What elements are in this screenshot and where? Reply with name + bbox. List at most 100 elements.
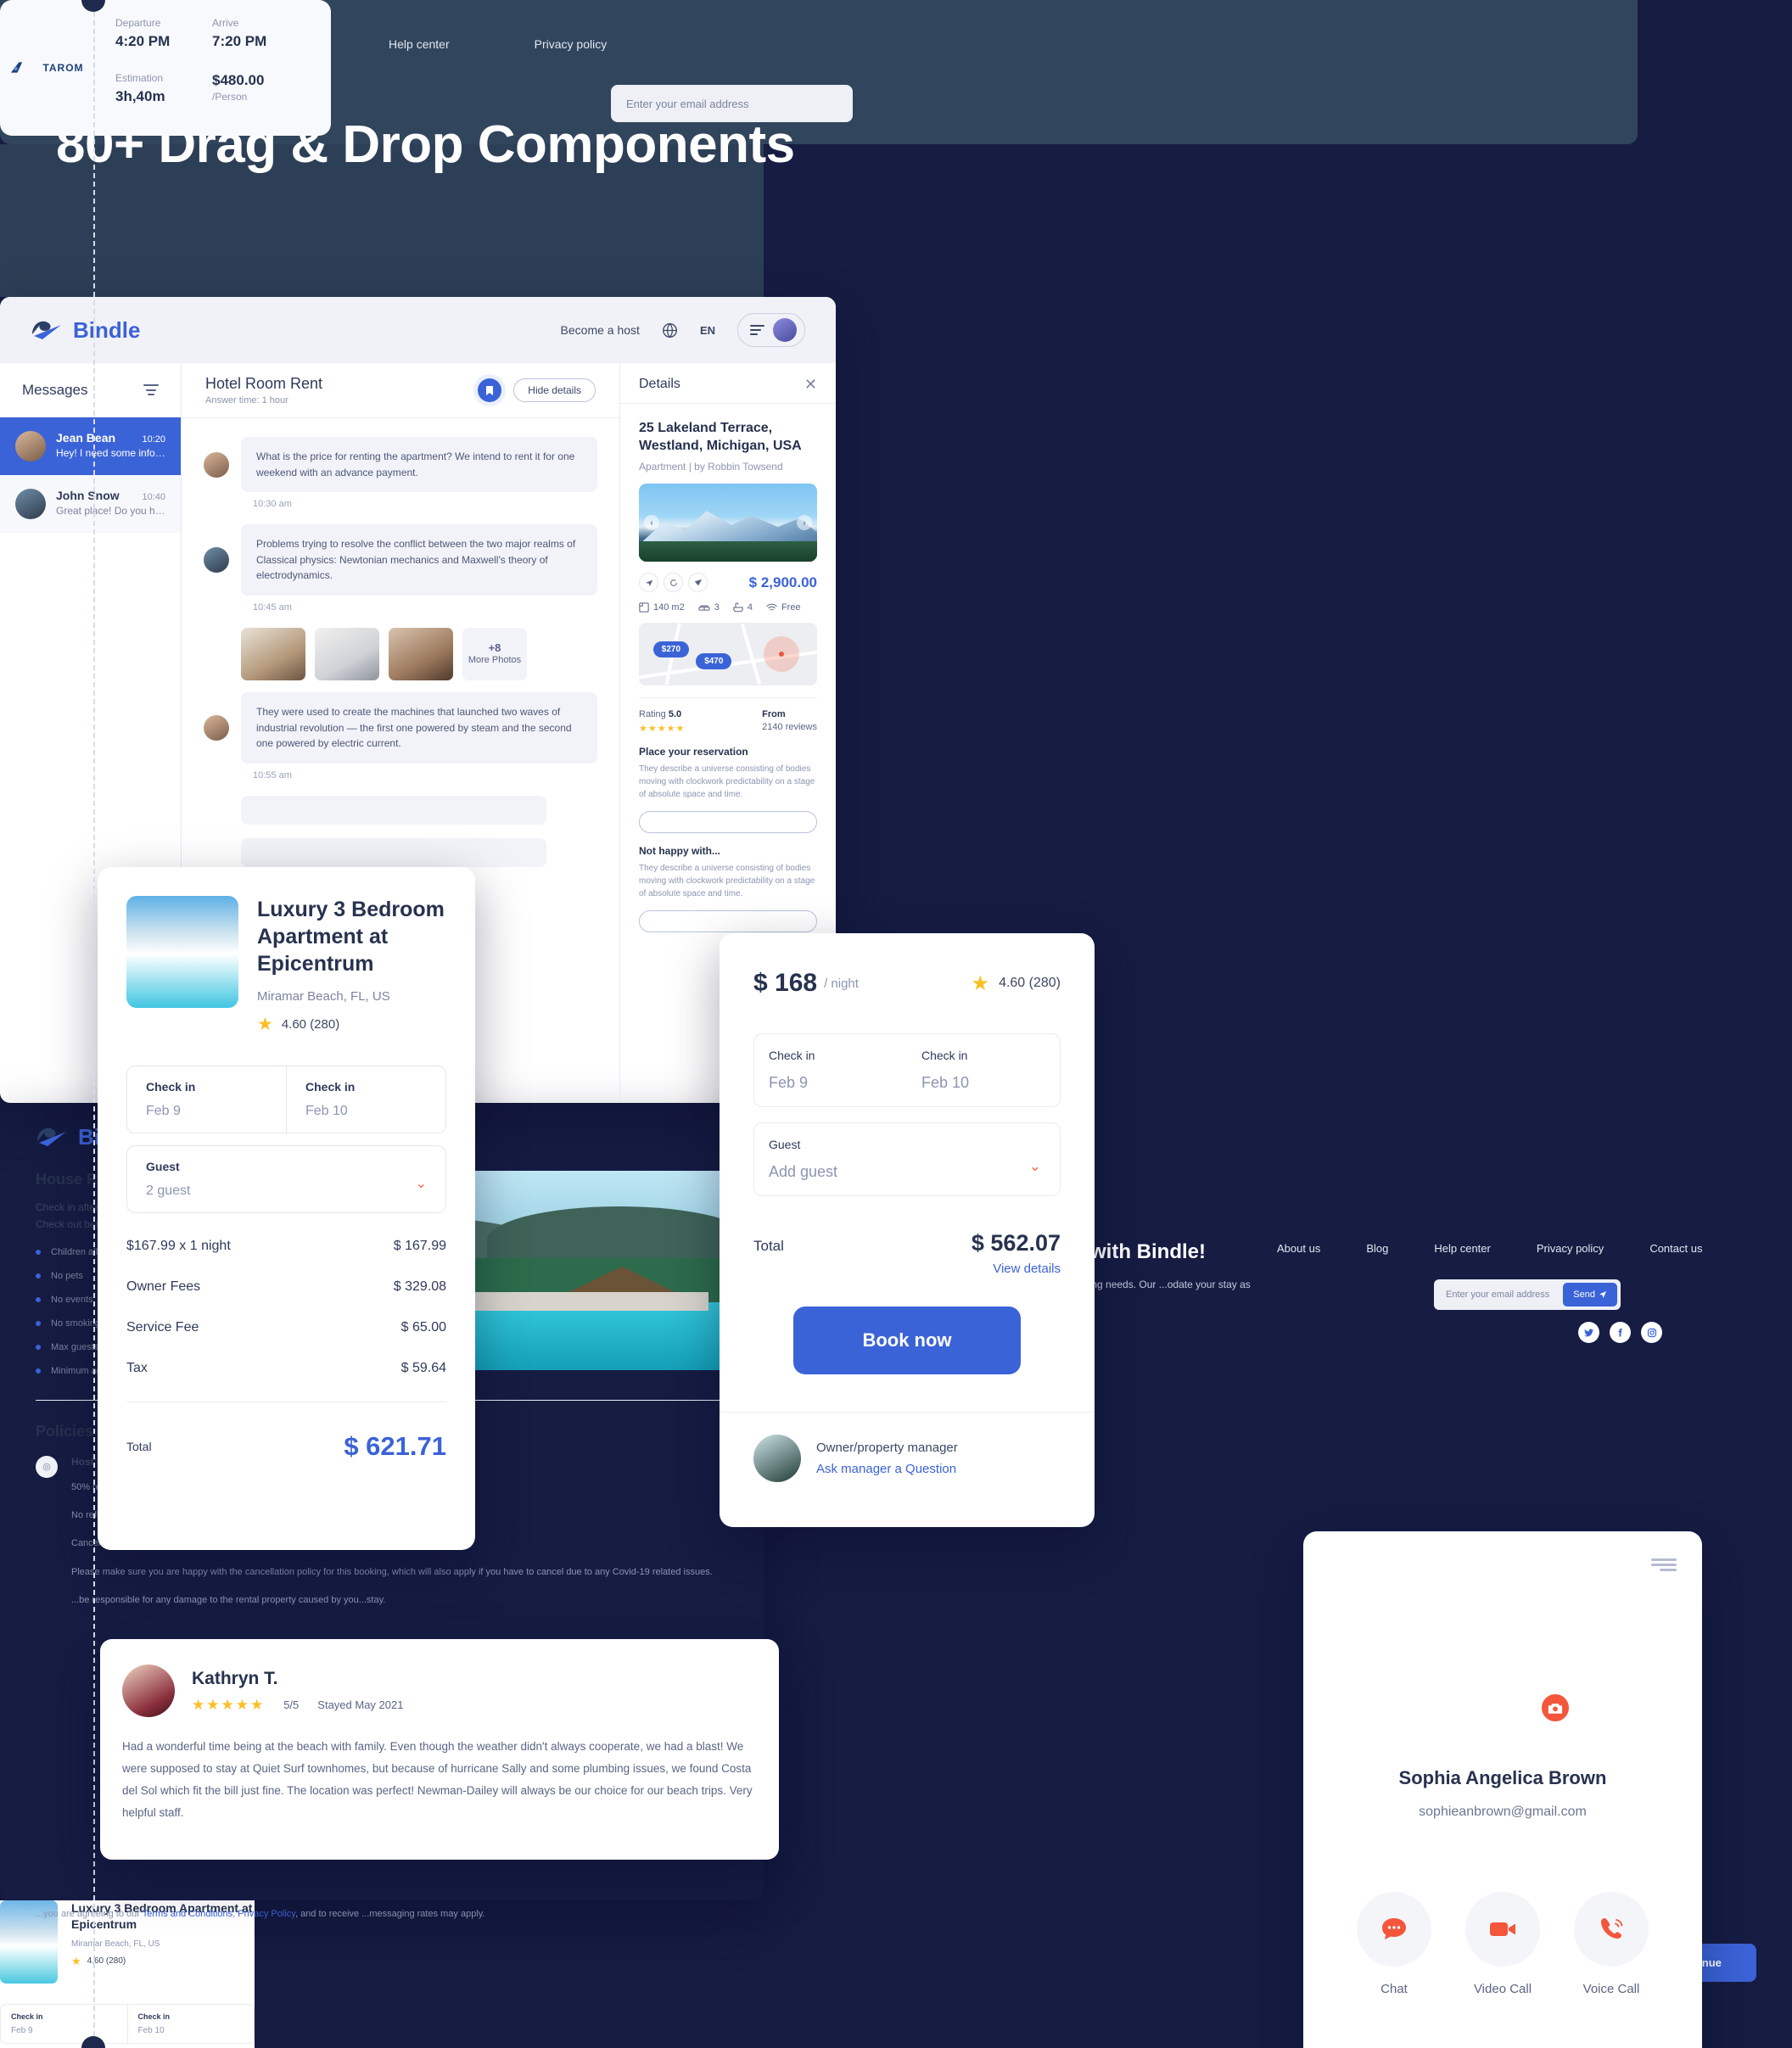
photo-thumbnail[interactable] [389,627,453,680]
conversation-name: Jean Bean [56,431,116,445]
newsletter-input-secondary[interactable]: Enter your email address Send [1434,1279,1621,1310]
photo-thumbnail[interactable] [241,627,305,680]
message-row: What is the price for renting the apartm… [204,437,597,493]
footer2-link[interactable]: Help center [1434,1242,1490,1255]
booking-rating: 4.60 (280) [281,1017,340,1032]
footer2-link[interactable]: About us [1277,1242,1320,1255]
message-row: Problems trying to resolve the conflict … [204,524,597,596]
ticket-arrive-label: Arrive [212,17,239,29]
property-map[interactable]: $270 $470 [639,623,817,686]
chat-action[interactable]: Chat [1353,1892,1435,1996]
chevron-down-icon[interactable]: ⌄ [416,1175,427,1192]
send-label: Send [1573,1290,1595,1300]
area-icon [639,602,649,613]
price-line: Service Fee $ 65.00 [126,1320,446,1335]
video-call-label: Video Call [1473,1982,1532,1996]
avatar [204,714,229,741]
property-specs: 140 m2 3 4 Free [639,602,817,613]
video-icon [1465,1892,1540,1967]
menu-icon[interactable] [1651,1558,1677,1571]
bath-icon [733,602,743,613]
globe-icon[interactable] [662,322,678,339]
profile-card: Sophia Angelica Brown sophieanbrown@gmai… [1303,1531,1702,2048]
hide-details-button[interactable]: Hide details [513,378,596,402]
messages-panel-header: Messages [0,363,181,417]
chevron-down-icon[interactable]: ⌄ [1029,1158,1041,1175]
newsletter-input[interactable]: Enter your email address [611,85,853,122]
booking-checkin-label: Check in [146,1080,196,1094]
social-links [1578,1322,1662,1343]
view-details-link[interactable]: View details [753,1262,1061,1276]
nothappy-section-text: They describe a universe consisting of b… [639,864,815,899]
star-icon: ★ [257,1015,273,1034]
video-call-action[interactable]: Video Call [1462,1892,1543,1996]
modal-guest-field[interactable]: Guest Add guest ⌄ [753,1122,1061,1196]
search-again-button[interactable] [639,910,817,933]
carousel-next-icon[interactable]: › [797,515,812,531]
chat-label: Chat [1380,1982,1408,1996]
thread-header: Hotel Room Rent Answer time: 1 hour Hide… [182,363,619,418]
avatar [773,318,797,342]
photo-thumbnail[interactable] [315,627,379,680]
voice-call-action[interactable]: Voice Call [1571,1892,1652,1996]
footer-link[interactable]: Help center [389,37,450,51]
filter-icon[interactable] [143,384,159,395]
more-photos-button[interactable]: +8 More Photos [462,627,527,680]
ticket-departure-value: 4:20 PM [115,33,171,49]
booking-property-location: Miramar Beach, FL, US [257,989,390,1004]
conversation-item[interactable]: Jean Bean 10:20 Hey! I need some info ab… [0,417,181,475]
modal-owner-role: Owner/property manager [816,1441,958,1455]
brand-logo[interactable]: Bindle [31,317,140,344]
camera-icon[interactable] [1538,1691,1572,1725]
booking-total-label: Total [126,1440,152,1453]
modal-total-value: $ 562.07 [971,1230,1061,1256]
send-button[interactable]: Send [1563,1283,1617,1307]
booking-guest-field[interactable]: Guest 2 guest ⌄ [126,1145,446,1213]
avatar [204,451,229,478]
ticket-estimation-label: Estimation [115,72,164,84]
messenger-header: Bindle Become a host EN [0,297,836,363]
modal-checkin-field[interactable]: Check in Feb 9 [754,1034,907,1106]
bookmark-icon[interactable] [478,378,502,402]
rail-checkin-field[interactable]: Check in Feb 9 [1,2005,127,2043]
twitter-icon[interactable] [1578,1322,1599,1343]
footer2-link[interactable]: Privacy policy [1537,1242,1604,1255]
language-selector[interactable]: EN [700,324,715,337]
instagram-icon[interactable] [1641,1322,1662,1343]
carousel-prev-icon[interactable]: ‹ [644,515,659,531]
book-now-button[interactable]: Book now [793,1307,1021,1374]
conversation-name: John Snow [56,489,120,502]
avatar [15,431,46,462]
conversation-time: 10:40 [142,492,165,502]
footer-link[interactable]: Privacy policy [535,37,608,51]
send-icon[interactable] [688,573,708,593]
modal-checkin-value: Feb 9 [769,1074,809,1091]
close-icon[interactable]: ✕ [804,377,817,392]
booking-checkin-field[interactable]: Check in Feb 9 [127,1066,286,1133]
footer2-link[interactable]: Blog [1366,1242,1388,1255]
modal-guest-value: Add guest [769,1163,838,1180]
thread-title: Hotel Room Rent [205,375,323,392]
modal-checkout-field[interactable]: Check in Feb 10 [907,1034,1060,1106]
reserve-button[interactable] [639,811,817,834]
share-icon[interactable] [639,573,658,593]
footer2-link[interactable]: Contact us [1649,1242,1702,1255]
booking-checkout-field[interactable]: Check in Feb 10 [286,1066,445,1133]
conversation-item[interactable]: John Snow 10:40 Great place! Do you have… [0,475,181,533]
facebook-icon[interactable] [1610,1322,1631,1343]
rating-stars: ★★★★★ [639,724,686,735]
modal-ask-manager-link[interactable]: Ask manager a Question [816,1462,958,1476]
refresh-icon[interactable] [664,573,683,593]
review-stayed: Stayed May 2021 [317,1698,404,1711]
ticket-estimation: Estimation 3h,40m [115,72,212,105]
rail-checkin-value: Feb 9 [11,2026,33,2035]
rail-checkout-field[interactable]: Check in Feb 10 [126,2005,255,2043]
price-line: $167.99 x 1 night $ 167.99 [126,1239,446,1253]
avatar [753,1435,801,1482]
modal-checkin-label: Check in [769,1049,815,1062]
become-host-link[interactable]: Become a host [561,323,640,337]
bed-icon [698,605,710,611]
account-menu-button[interactable] [737,313,805,347]
modal-guest-label: Guest [769,1138,801,1151]
map-pin: $270 [652,641,690,658]
